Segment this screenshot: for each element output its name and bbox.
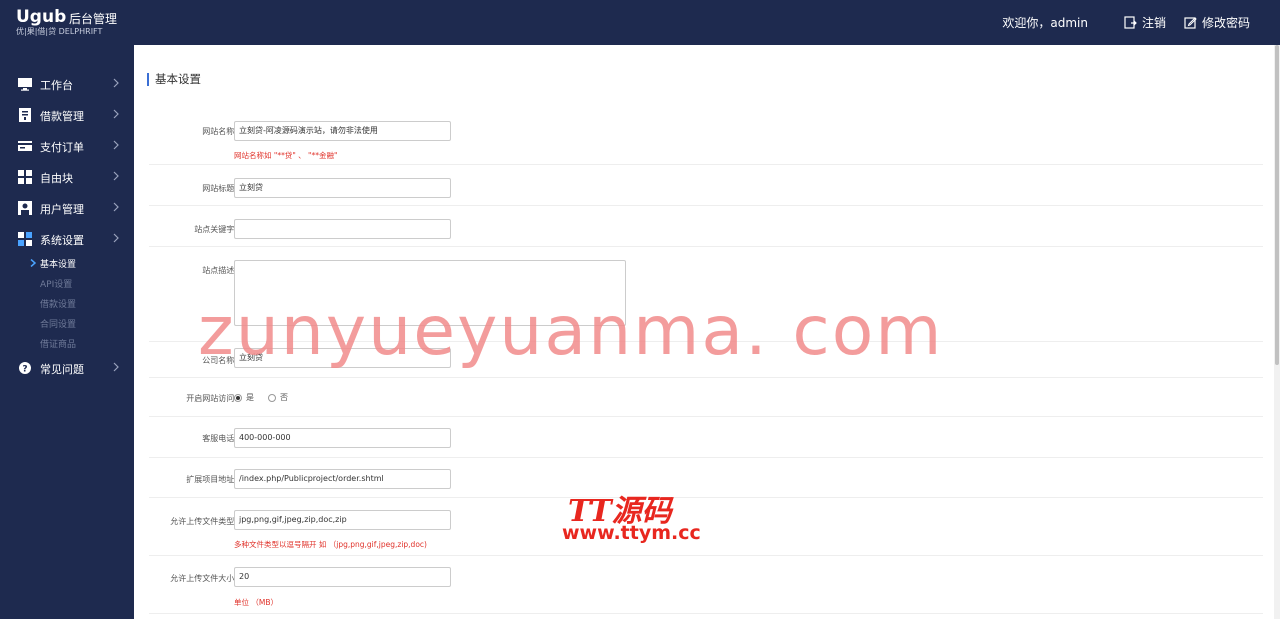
form-row-open-site: 开启网站访问: 是 否: [149, 378, 1263, 417]
radio-unchecked-icon[interactable]: [268, 393, 276, 402]
sidebar-item-label: 用户管理: [40, 203, 84, 216]
chevron-right-icon: [113, 109, 119, 119]
document-icon: [19, 108, 31, 122]
sidebar-subitem-contract-settings[interactable]: 合同设置: [40, 317, 76, 330]
edit-icon: [1184, 17, 1197, 29]
chevron-right-icon: [113, 233, 119, 243]
sidebar-item-payments[interactable]: 支付订单: [0, 131, 134, 161]
logo-text: Ugub: [16, 7, 67, 27]
ext-url-input[interactable]: /index.php/Publicproject/order.shtml: [234, 469, 451, 489]
logout-button[interactable]: 注销: [1124, 14, 1166, 31]
open-site-no-label: 否: [280, 393, 288, 402]
form-row-site-title: 网站标题: 立刻贷: [149, 165, 1263, 206]
scrollbar-thumb[interactable]: [1275, 45, 1279, 365]
sidebar-item-faq[interactable]: ? 常见问题: [0, 353, 134, 383]
phone-input[interactable]: 400-000-000: [234, 428, 451, 448]
phone-label: 客服电话:: [202, 434, 237, 443]
form-row-phone: 客服电话: 400-000-000: [149, 417, 1263, 458]
help-icon: ?: [19, 362, 31, 375]
chevron-right-icon: [113, 362, 119, 372]
keywords-label: 站点关键字:: [194, 225, 237, 234]
sidebar-item-label: 系统设置: [40, 234, 84, 247]
file-size-label: 允许上传文件大小:: [170, 574, 237, 583]
page-title: 基本设置: [147, 73, 201, 86]
ext-url-label: 扩展项目地址:: [186, 475, 237, 484]
chevron-right-icon: [113, 78, 119, 88]
logout-label: 注销: [1141, 16, 1166, 30]
sidebar-item-system-settings[interactable]: 系统设置: [0, 224, 134, 254]
sidebar-item-label: 常见问题: [40, 363, 84, 376]
sidebar-item-label: 自由块: [40, 172, 73, 185]
sidebar-item-label: 支付订单: [40, 141, 84, 154]
change-password-button[interactable]: 修改密码: [1184, 14, 1250, 31]
sidebar-item-label: 借款管理: [40, 110, 84, 123]
site-name-input[interactable]: 立刻贷-阿凌源码演示站，请勿非法使用: [234, 121, 451, 141]
top-right-actions: 欢迎你，admin 注销 修改密码: [1002, 0, 1250, 45]
site-name-hint: 网站名称如 "**贷" 、 "**金融": [234, 151, 338, 160]
sidebar-item-loans[interactable]: 借款管理: [0, 100, 134, 130]
chevron-right-icon: [113, 171, 119, 181]
windows-icon: [18, 232, 32, 246]
open-site-yes-label: 是: [246, 393, 254, 402]
keywords-input[interactable]: [234, 219, 451, 239]
card-icon: [18, 141, 32, 151]
site-title-label: 网站标题:: [202, 184, 237, 193]
active-arrow-icon: [30, 259, 36, 267]
svg-text:?: ?: [22, 365, 27, 375]
form-row-site-name: 网站名称: 立刻贷-阿凌源码演示站，请勿非法使用 网站名称如 "**贷" 、 "…: [149, 111, 1263, 165]
chevron-right-icon: [113, 202, 119, 212]
file-size-input[interactable]: 20: [234, 567, 451, 587]
file-types-hint: 多种文件类型以逗号隔开 如 （jpg,png,gif,jpeg,zip,doc): [234, 540, 427, 549]
monitor-icon: [18, 78, 32, 91]
form-row-keywords: 站点关键字:: [149, 206, 1263, 247]
grid-icon: [18, 170, 32, 184]
logo[interactable]: Ugub 后台管理 优|果|借|贷 DELPHRIFT: [16, 7, 134, 37]
open-site-radio-group: 是 否: [234, 392, 302, 403]
file-types-label: 允许上传文件类型:: [170, 517, 237, 526]
form-row-file-size: 允许上传文件大小: 20 单位 （MB）: [149, 556, 1263, 614]
sidebar-item-label: 工作台: [40, 79, 73, 92]
welcome-text: 欢迎你，admin: [1002, 16, 1088, 30]
sidebar-item-users[interactable]: 用户管理: [0, 193, 134, 223]
sidebar-subitem-goods[interactable]: 借证商品: [40, 337, 76, 350]
radio-checked-icon[interactable]: [234, 393, 242, 402]
sidebar-item-workbench[interactable]: 工作台: [0, 69, 134, 99]
logo-subtitle: 优|果|借|贷 DELPHRIFT: [16, 27, 103, 36]
sidebar: 工作台 借款管理 支付订单 自由块 用户管理 系统设置 基本设置 API设置 借…: [0, 45, 134, 619]
open-site-yes-option[interactable]: 是: [234, 392, 254, 403]
file-size-hint: 单位 （MB）: [234, 598, 278, 607]
watermark-brand-url: www.ttym.cc: [562, 522, 701, 544]
site-title-input[interactable]: 立刻贷: [234, 178, 451, 198]
logout-icon: [1124, 16, 1137, 29]
top-bar: Ugub 后台管理 优|果|借|贷 DELPHRIFT 欢迎你，admin 注销…: [0, 0, 1280, 45]
watermark-text: zunyueyuanma. com: [198, 292, 944, 371]
chevron-right-icon: [113, 140, 119, 150]
sidebar-item-free-blocks[interactable]: 自由块: [0, 162, 134, 192]
open-site-label: 开启网站访问:: [186, 394, 237, 403]
logo-admin-label: 后台管理: [69, 12, 118, 26]
sidebar-subitem-loan-settings[interactable]: 借款设置: [40, 297, 76, 310]
watermark-brand: TT源码 www.ttym.cc: [562, 486, 712, 548]
user-icon: [18, 201, 32, 215]
description-label: 站点描述:: [202, 266, 237, 275]
change-password-label: 修改密码: [1201, 16, 1250, 30]
sidebar-subitem-api-settings[interactable]: API设置: [40, 277, 72, 290]
open-site-no-option[interactable]: 否: [268, 392, 288, 403]
site-name-label: 网站名称:: [202, 127, 237, 136]
file-types-input[interactable]: jpg,png,gif,jpeg,zip,doc,zip: [234, 510, 451, 530]
sidebar-subitem-basic-settings[interactable]: 基本设置: [40, 257, 76, 270]
vertical-scrollbar[interactable]: [1274, 45, 1280, 619]
